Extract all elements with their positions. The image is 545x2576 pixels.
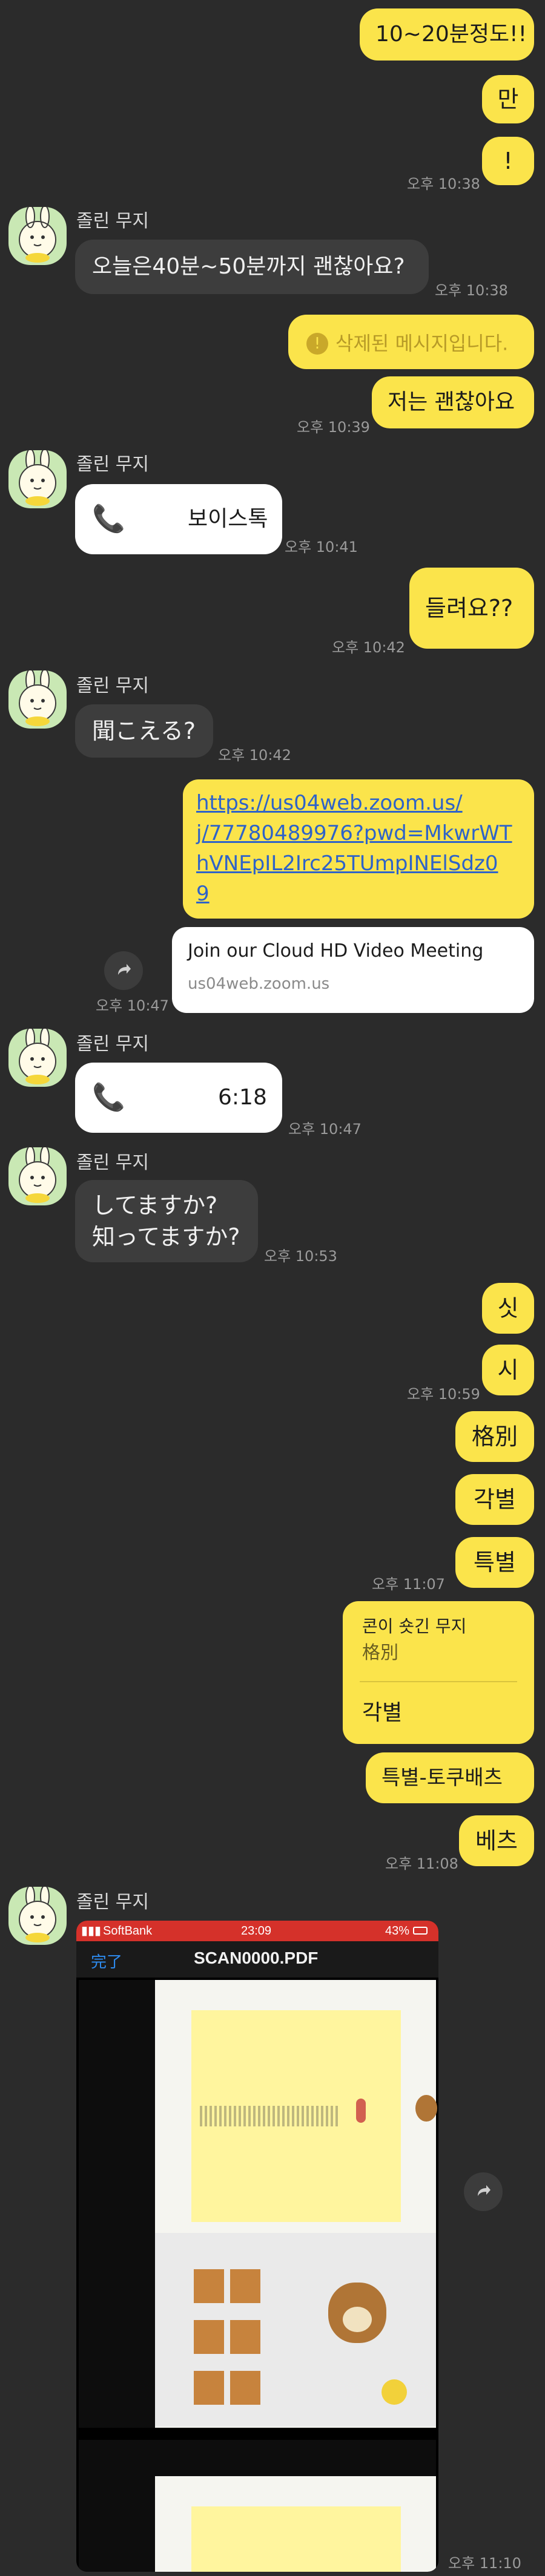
bear-row-icon [194,2269,224,2420]
phone-time: 23:09 [241,1924,272,1938]
zoom-link-line[interactable]: hVNEpIL2Irc25TUmpINElSdz0 [196,848,521,879]
my-message[interactable]: 특별 [455,1537,534,1588]
my-message[interactable]: 10~20분정도!! [360,8,534,61]
timestamp: 오후 10:42 [218,747,291,764]
signal-icon: ▮▮▮ [81,1924,102,1938]
timestamp: 오후 10:41 [285,539,358,556]
chat-room: 10~20분정도!! 만 ! 오후 10:38 졸린 무지 오늘은40분~50분… [0,0,545,2576]
timestamp: 오후 10:59 [407,1386,480,1403]
reply-divider [360,1681,517,1682]
timestamp: 오후 10:53 [264,1248,337,1265]
zoom-link-line[interactable]: j/77780489976?pwd=MkwrWT [196,818,521,848]
contact-avatar[interactable] [8,207,67,265]
timestamp: 오후 11:08 [385,1855,458,1872]
phone-icon: 📞 [92,1082,125,1113]
info-icon: ! [306,332,328,355]
my-message[interactable]: 저는 괜찮아요 [372,376,534,428]
timestamp: 오후 10:42 [332,639,405,656]
reply-quote: 格別 [362,1642,398,1663]
my-message[interactable]: 베츠 [459,1815,534,1866]
contact-name: 졸린 무지 [76,1152,149,1173]
deleted-message[interactable]: ! 삭제된 메시지입니다. [288,315,534,369]
avatar-muzi [19,1147,56,1203]
contact-avatar[interactable] [8,1887,67,1945]
preview-domain: us04web.zoom.us [188,975,330,993]
timestamp: 오후 10:38 [407,175,480,192]
their-message[interactable]: してますか? 知ってますか? [75,1180,258,1262]
contact-name: 졸린 무지 [76,1034,149,1055]
image-attachment[interactable]: ▮▮▮ SoftBank 23:09 43% 完了 SCAN0000.PDF [76,1921,438,2572]
zoom-link-line[interactable]: https://us04web.zoom.us/ [196,788,521,818]
my-message[interactable]: 格別 [455,1411,534,1462]
scanned-page [79,1980,437,2428]
timestamp: 오후 10:47 [96,997,169,1014]
share-button[interactable] [104,951,143,990]
contact-avatar[interactable] [8,1147,67,1205]
phone-icon: 📞 [92,503,125,534]
bear-row-icon [230,2269,260,2420]
contact-name: 졸린 무지 [76,211,149,232]
timestamp: 오후 11:07 [372,1576,445,1593]
contact-name: 졸린 무지 [76,675,149,696]
my-message[interactable]: ! [482,137,534,185]
call-duration: 6:18 [218,1085,267,1110]
their-message[interactable]: 聞こえる? [75,704,213,758]
link-message[interactable]: https://us04web.zoom.us/ j/77780489976?p… [183,779,534,919]
share-button[interactable] [464,2172,503,2211]
voice-call-bubble[interactable]: 📞 보이스톡 [75,484,282,554]
my-message[interactable]: 시 [482,1345,534,1395]
battery-icon [413,1927,428,1935]
voice-call-bubble[interactable]: 📞 6:18 [75,1063,282,1133]
timestamp: 오후 10:47 [288,1121,362,1138]
bunny-sticker-icon [356,2099,366,2123]
avatar-muzi [19,450,56,506]
contact-avatar[interactable] [8,670,67,729]
avatar-muzi [19,1887,56,1942]
my-message[interactable]: 특별-토쿠배츠 [366,1752,534,1803]
their-message[interactable]: 오늘은40분~50분까지 괜찮아요? [75,240,429,294]
link-preview-card[interactable]: Join our Cloud HD Video Meeting us04web.… [172,927,534,1013]
done-button[interactable]: 完了 [91,1950,122,1972]
avatar-muzi [19,1029,56,1084]
contact-avatar[interactable] [8,1029,67,1087]
timestamp: 오후 10:38 [435,282,508,299]
scanned-page [79,2440,436,2572]
chick-icon [382,2379,407,2405]
share-icon [118,964,131,975]
contact-name: 졸린 무지 [76,1892,149,1913]
bear-sticker-icon [415,2095,437,2122]
timestamp: 오후 11:10 [448,2555,521,2572]
zoom-link-line[interactable]: 9 [196,879,521,909]
reply-message[interactable]: 콘이 숏긴 무지 格別 각별 [343,1601,534,1744]
my-message[interactable]: 들려요?? [409,568,534,649]
viewer-nav-bar: 完了 SCAN0000.PDF [76,1941,438,1978]
reply-to-name: 콘이 숏긴 무지 [362,1616,467,1636]
timestamp: 오후 10:39 [297,419,370,436]
my-message[interactable]: 만 [482,75,534,123]
file-title: SCAN0000.PDF [194,1948,319,1967]
avatar-muzi [19,670,56,726]
my-message[interactable]: 각별 [455,1474,534,1525]
phone-status-bar: ▮▮▮ SoftBank 23:09 43% [76,1921,438,1941]
contact-name: 졸린 무지 [76,454,149,475]
share-icon [478,2185,490,2196]
my-message[interactable]: 싯 [482,1283,534,1334]
avatar-muzi [19,207,56,263]
preview-title: Join our Cloud HD Video Meeting [188,940,484,962]
contact-avatar[interactable] [8,450,67,508]
